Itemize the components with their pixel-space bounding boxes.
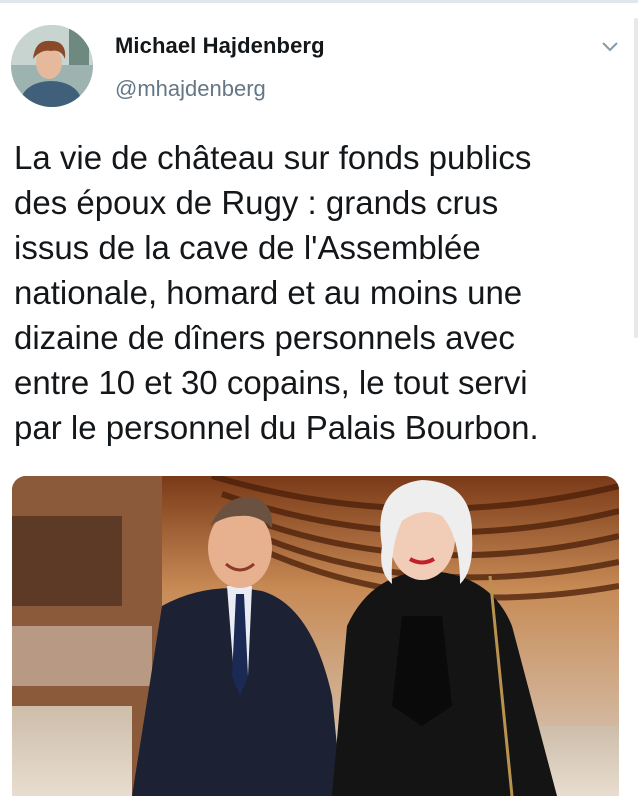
divider	[0, 0, 638, 3]
author-handle[interactable]: @mhajdenberg	[115, 76, 266, 102]
scrollbar[interactable]	[634, 18, 638, 338]
author-name[interactable]: Michael Hajdenberg	[115, 33, 325, 59]
chevron-down-icon[interactable]	[600, 40, 620, 54]
tweet-card: Michael Hajdenberg @mhajdenberg La vie d…	[0, 0, 638, 800]
avatar[interactable]	[11, 25, 93, 107]
tweet-photo[interactable]	[12, 476, 619, 796]
tweet-text: La vie de château sur fonds publics des …	[14, 139, 539, 446]
